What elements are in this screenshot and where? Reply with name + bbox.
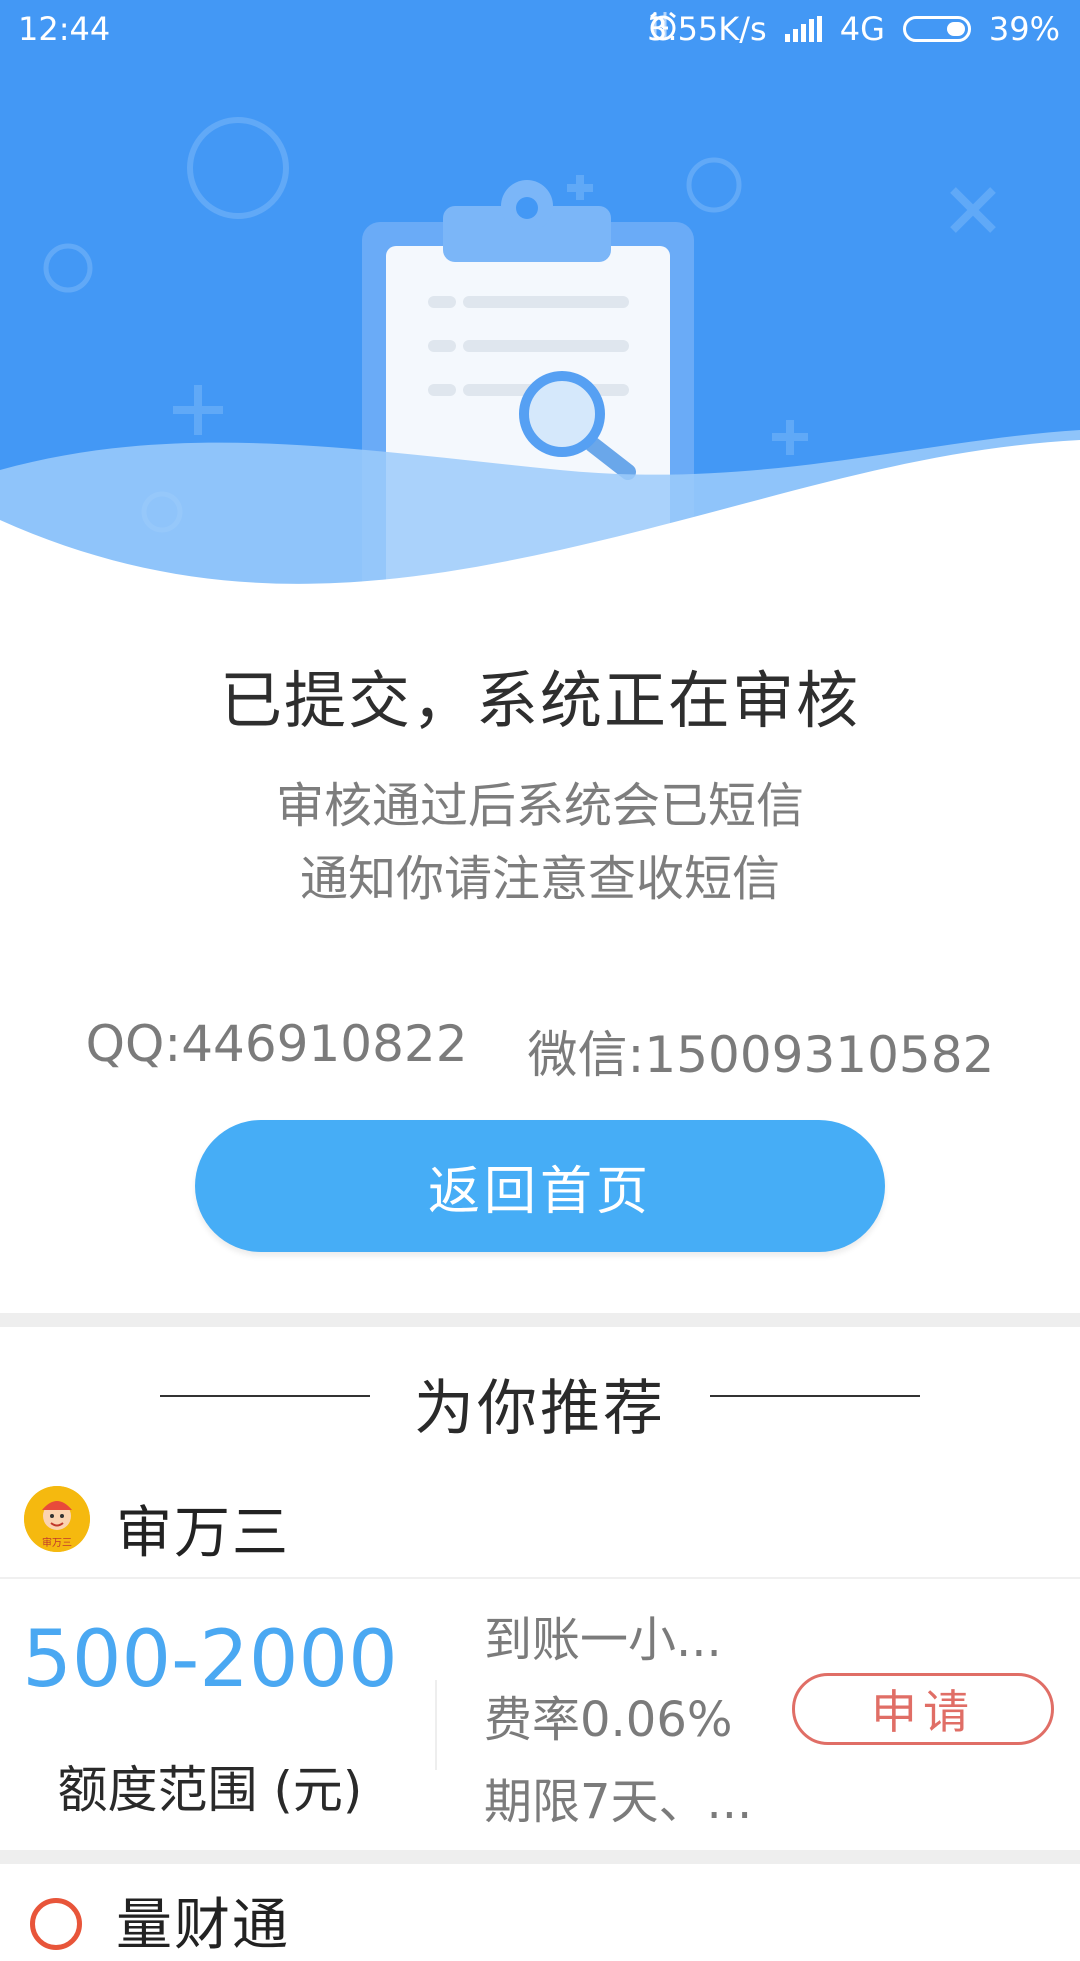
section-divider: [0, 1850, 1080, 1864]
contact-info: QQ:446910822 微信:15009310582: [0, 1015, 1080, 1087]
back-home-button[interactable]: 返回首页: [195, 1120, 885, 1252]
divider-line-right: [710, 1395, 920, 1397]
header-illustration: 12:44 3.55K/s 4G 39%: [0, 0, 1080, 600]
review-description: 审核通过后系统会已短信通知你请注意查收短信: [275, 778, 804, 907]
apply-button[interactable]: 申请: [792, 1673, 1054, 1745]
interest-rate: 费率0.06%: [484, 1692, 733, 1748]
vertical-divider: [435, 1680, 437, 1770]
recommend-header: 为你推荐: [0, 1360, 1080, 1444]
status-time: 12:44: [18, 10, 111, 48]
section-divider: [0, 1313, 1080, 1327]
network-type: 4G: [839, 10, 885, 48]
wechat-contact: 微信:15009310582: [527, 1026, 995, 1084]
card-divider: [0, 1577, 1080, 1579]
status-bar: 12:44 3.55K/s 4G 39%: [0, 0, 1080, 60]
data-transfer-icon: [653, 12, 667, 38]
page-title: 已提交，系统正在审核: [219, 664, 860, 737]
signal-icon: [784, 16, 822, 42]
product-name: 审万三: [116, 1501, 290, 1566]
recommend-title: 为你推荐: [414, 1374, 666, 1444]
battery-level: 39%: [988, 10, 1060, 48]
product-logo: 审万三: [24, 1486, 90, 1552]
status-indicators: 3.55K/s 4G 39%: [647, 10, 1060, 48]
clipboard-illustration: [0, 117, 1080, 600]
product-name[interactable]: 量财通: [116, 1880, 290, 1961]
product-logo: [30, 1898, 82, 1950]
loan-term: 期限7天、...: [484, 1774, 753, 1830]
qq-contact: QQ:446910822: [85, 1015, 468, 1073]
loan-amount-label: 额度范围 (元): [57, 1761, 363, 1819]
arrival-time: 到账一小...: [484, 1612, 722, 1668]
loan-amount: 500-2000: [22, 1615, 398, 1705]
product-header[interactable]: 审万三 审万三: [0, 1480, 1080, 1580]
svg-text:审万三: 审万三: [42, 1536, 72, 1549]
mascot-icon: 审万三: [24, 1486, 90, 1552]
battery-icon: [902, 16, 971, 42]
